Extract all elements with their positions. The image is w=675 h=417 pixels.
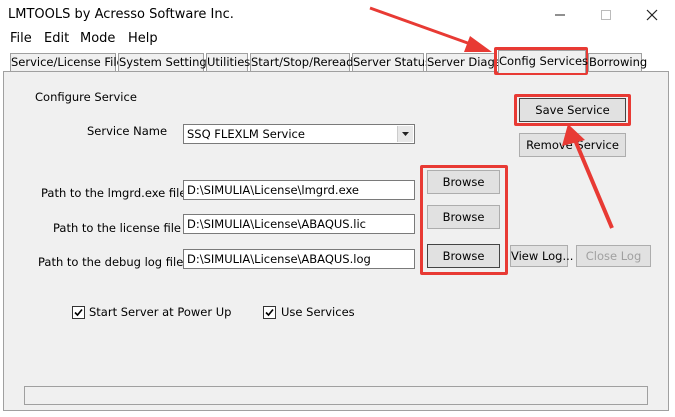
use-services-label: Use Services: [281, 305, 355, 319]
tab-server-diags[interactable]: Server Diags: [426, 53, 501, 71]
chevron-down-icon[interactable]: [397, 126, 413, 142]
use-services-checkbox[interactable]: [263, 306, 276, 319]
debug-log-path-label: Path to the debug log file: [38, 255, 184, 269]
tab-borrowing[interactable]: Borrowing: [588, 53, 647, 71]
menu-file[interactable]: File: [10, 31, 32, 46]
tab-utilities[interactable]: Utilities: [206, 53, 250, 71]
license-path-input[interactable]: D:\SIMULIA\License\ABAQUS.lic: [183, 214, 415, 234]
configure-service-label: Configure Service: [35, 90, 137, 104]
menu-help[interactable]: Help: [128, 31, 158, 46]
start-at-powerup-label: Start Server at Power Up: [89, 305, 232, 319]
menu-mode[interactable]: Mode: [80, 31, 115, 46]
annotation-box-save-service: [514, 94, 631, 126]
tab-service-license-file[interactable]: Service/License File: [10, 53, 124, 71]
tab-config-services[interactable]: Config Services: [498, 50, 588, 73]
lmgrd-path-label: Path to the lmgrd.exe file: [41, 186, 187, 200]
menu-edit[interactable]: Edit: [44, 31, 69, 46]
view-log-button[interactable]: View Log...: [510, 245, 573, 267]
lmgrd-path-input[interactable]: D:\SIMULIA\License\lmgrd.exe: [183, 180, 415, 200]
start-at-powerup-checkbox[interactable]: [72, 306, 85, 319]
license-path-label: Path to the license file: [53, 221, 181, 235]
tab-start-stop-reread[interactable]: Start/Stop/Reread: [250, 53, 353, 71]
status-bar: [24, 386, 648, 405]
minimize-icon[interactable]: [537, 0, 583, 30]
window-title: LMTOOLS by Acresso Software Inc.: [8, 7, 234, 22]
close-log-button[interactable]: Close Log: [576, 245, 651, 267]
remove-service-button[interactable]: Remove Service: [519, 133, 626, 157]
service-name-label: Service Name: [87, 124, 168, 138]
tab-system-settings[interactable]: System Settings: [118, 53, 213, 71]
debug-log-path-input[interactable]: D:\SIMULIA\License\ABAQUS.log: [183, 249, 415, 269]
maximize-icon[interactable]: [583, 0, 629, 30]
close-icon[interactable]: [629, 0, 675, 30]
service-name-select[interactable]: SSQ FLEXLM Service: [183, 124, 415, 144]
tab-server-status[interactable]: Server Status: [352, 53, 431, 71]
service-name-value: SSQ FLEXLM Service: [187, 127, 305, 141]
annotation-box-browse-buttons: [420, 165, 508, 275]
